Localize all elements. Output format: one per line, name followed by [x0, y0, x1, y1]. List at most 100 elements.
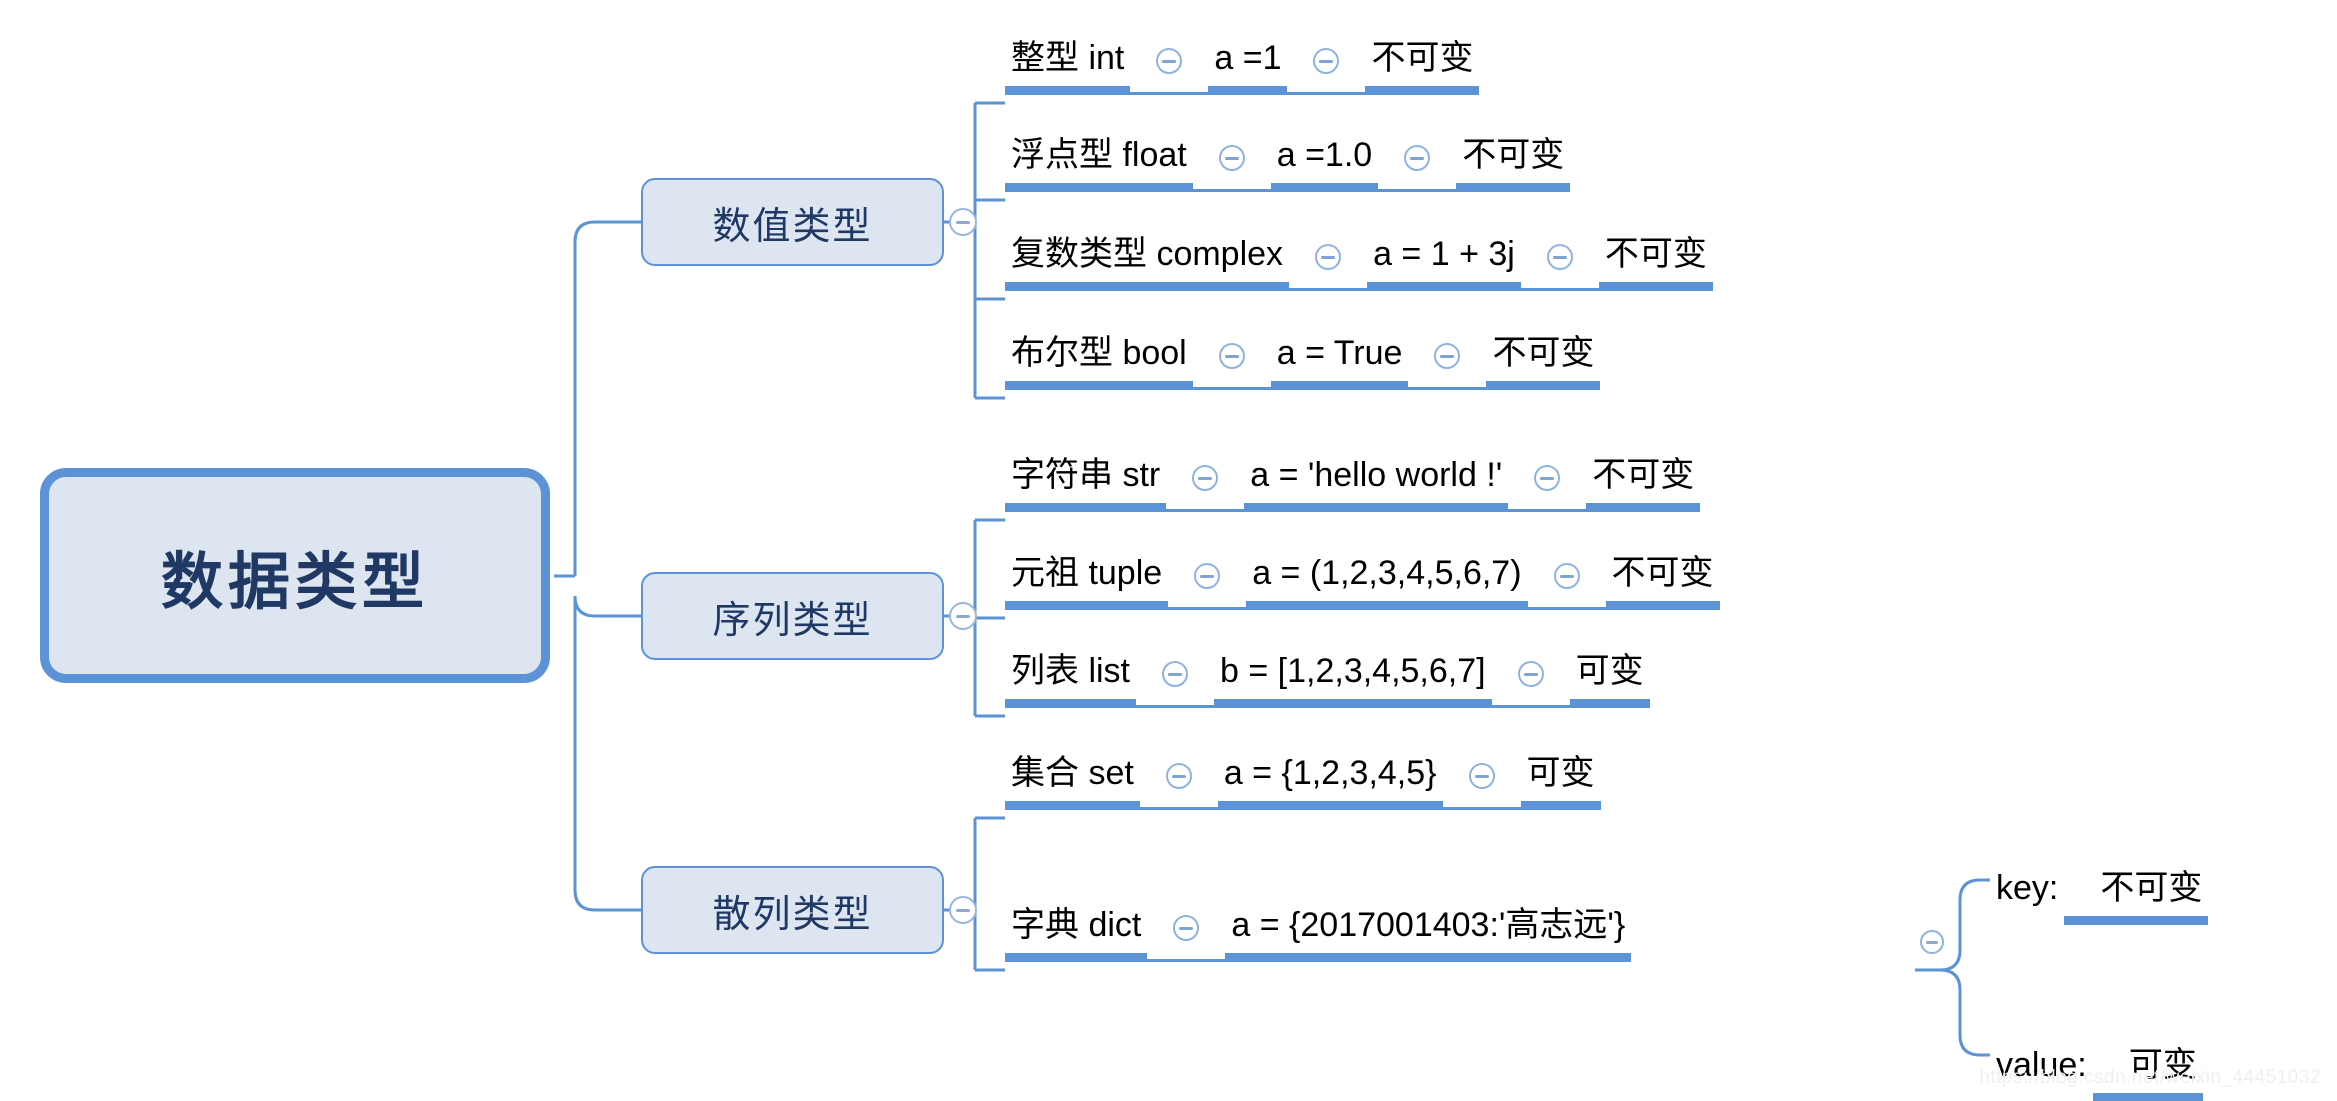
leaf-underline-bar: [1244, 503, 1509, 512]
leaf-gap: [1168, 554, 1247, 610]
collapse-minus-icon[interactable]: [1194, 563, 1221, 589]
leaf-name-text: 字典 dict: [1011, 906, 1142, 944]
leaf-gap: [1527, 554, 1606, 610]
collapse-minus-icon[interactable]: [1546, 244, 1573, 270]
leaf-underline-bar: [1005, 953, 1148, 962]
leaf-row[interactable]: 字符串 str a = 'hello world !' 不可变: [1005, 453, 1701, 512]
leaf-name-segment[interactable]: 列表 list: [1005, 649, 1136, 708]
leaf-example-segment[interactable]: a = (1,2,3,4,5,6,7): [1246, 551, 1528, 610]
leaf-row[interactable]: 元祖 tuple a = (1,2,3,4,5,6,7) 不可变: [1005, 551, 1720, 610]
collapse-minus-icon[interactable]: [1434, 343, 1461, 369]
leaf-row[interactable]: 字典 dict a = {2017001403:'高志远'}: [1005, 903, 1632, 962]
leaf-example-text: b = [1,2,3,4,5,6,7]: [1220, 652, 1486, 690]
collapse-minus-icon[interactable]: [1468, 763, 1495, 789]
mindmap-canvas: 数据类型 数值类型 序列类型 散列类型 整型 int a =1 不可变 浮点型 …: [0, 0, 2337, 1101]
collapse-minus-icon[interactable]: [1218, 343, 1245, 369]
leaf-mutability-segment[interactable]: 不可变: [1605, 551, 1720, 610]
collapse-minus-icon[interactable]: [1534, 465, 1561, 491]
leaf-example-segment[interactable]: a = 1 + 3j: [1367, 232, 1521, 291]
collapse-minus-icon-sequence[interactable]: [949, 602, 977, 630]
leaf-example-segment[interactable]: b = [1,2,3,4,5,6,7]: [1214, 649, 1492, 708]
leaf-example-segment[interactable]: a = 'hello world !': [1244, 453, 1509, 512]
leaf-row[interactable]: 整型 int a =1 不可变: [1005, 36, 1480, 95]
leaf-name-text: 元祖 tuple: [1011, 554, 1163, 592]
leaf-mutability-segment[interactable]: 不可变: [1456, 133, 1571, 192]
leaf-name-text: 列表 list: [1011, 652, 1130, 690]
collapse-minus-icon[interactable]: [1165, 763, 1192, 789]
leaf-name-segment[interactable]: 集合 set: [1005, 751, 1140, 810]
dict-key-label: key:: [1996, 869, 2059, 907]
leaf-gap-bar: [1408, 387, 1487, 390]
leaf-example-text: a = {2017001403:'高志远'}: [1231, 906, 1626, 944]
dict-key-value-segment[interactable]: 不可变: [2064, 866, 2209, 925]
leaf-mutability-segment[interactable]: 可变: [1520, 751, 1601, 810]
leaf-gap-bar: [1491, 705, 1570, 708]
branch-node-label: 散列类型: [712, 893, 873, 936]
branch-node-hash[interactable]: 散列类型: [641, 866, 944, 954]
root-node[interactable]: 数据类型: [40, 468, 550, 683]
leaf-row-dict-key[interactable]: key: 不可变: [1990, 866, 2209, 925]
collapse-minus-icon[interactable]: [1162, 661, 1188, 687]
leaf-row[interactable]: 布尔型 bool a = True 不可变: [1005, 331, 1601, 390]
leaf-underline-bar: [1217, 801, 1443, 810]
leaf-name-segment[interactable]: 整型 int: [1005, 36, 1131, 95]
leaf-gap-bar: [1508, 509, 1587, 512]
leaf-name-segment[interactable]: 字符串 str: [1005, 453, 1167, 512]
collapse-minus-icon[interactable]: [1404, 145, 1431, 171]
collapse-minus-icon[interactable]: [1218, 145, 1245, 171]
leaf-underline-bar: [1246, 601, 1528, 610]
leaf-name-segment[interactable]: 字典 dict: [1005, 903, 1148, 962]
leaf-row[interactable]: 集合 set a = {1,2,3,4,5} 可变: [1005, 751, 1601, 810]
leaf-row[interactable]: 浮点型 float a =1.0 不可变: [1005, 133, 1571, 192]
branch-node-label: 数值类型: [712, 205, 873, 248]
collapse-minus-icon-dict[interactable]: [1920, 930, 1944, 954]
branch-node-numeric[interactable]: 数值类型: [641, 178, 944, 266]
leaf-row[interactable]: 复数类型 complex a = 1 + 3j 不可变: [1005, 232, 1713, 291]
collapse-minus-icon[interactable]: [1192, 465, 1219, 491]
collapse-minus-icon[interactable]: [1173, 915, 1200, 941]
leaf-row[interactable]: 列表 list b = [1,2,3,4,5,6,7] 可变: [1005, 649, 1650, 708]
leaf-gap-bar: [1130, 92, 1209, 95]
dict-key-label-segment[interactable]: key:: [1990, 866, 2064, 925]
leaf-gap: [1192, 334, 1271, 390]
leaf-name-segment[interactable]: 布尔型 bool: [1005, 331, 1193, 390]
collapse-minus-icon[interactable]: [1313, 48, 1340, 74]
leaf-mutability-text: 不可变: [1604, 235, 1707, 273]
dict-key-value: 不可变: [2100, 869, 2203, 907]
collapse-minus-icon[interactable]: [1315, 244, 1342, 270]
collapse-minus-icon-hash[interactable]: [949, 896, 977, 924]
leaf-gap: [1139, 754, 1218, 810]
leaf-gap: [1130, 39, 1209, 95]
leaf-gap-bar: [1168, 607, 1247, 610]
leaf-gap: [1408, 334, 1487, 390]
branch-node-label: 序列类型: [712, 599, 873, 642]
leaf-mutability-text: 可变: [1575, 652, 1644, 690]
leaf-example-segment[interactable]: a = {1,2,3,4,5}: [1217, 751, 1443, 810]
leaf-example-text: a =1: [1214, 39, 1282, 77]
branch-node-sequence[interactable]: 序列类型: [641, 572, 944, 660]
collapse-minus-icon[interactable]: [1517, 661, 1544, 687]
leaf-example-segment[interactable]: a =1.0: [1270, 133, 1379, 192]
leaf-mutability-segment[interactable]: 不可变: [1598, 232, 1713, 291]
leaf-example-segment[interactable]: a =1: [1208, 36, 1288, 95]
collapse-minus-icon[interactable]: [1156, 48, 1183, 74]
leaf-example-text: a = 'hello world !': [1250, 456, 1503, 494]
leaf-mutability-segment[interactable]: 不可变: [1486, 331, 1601, 390]
leaf-example-text: a = 1 + 3j: [1373, 235, 1515, 273]
collapse-minus-icon-numeric[interactable]: [949, 208, 977, 236]
leaf-example-segment[interactable]: a = True: [1270, 331, 1409, 390]
leaf-name-segment[interactable]: 浮点型 float: [1005, 133, 1193, 192]
leaf-underline-bar: [1605, 601, 1720, 610]
leaf-mutability-segment[interactable]: 不可变: [1586, 453, 1701, 512]
leaf-underline-bar: [1367, 282, 1521, 291]
leaf-gap: [1289, 235, 1368, 291]
leaf-gap-bar: [1287, 92, 1366, 95]
leaf-name-segment[interactable]: 元祖 tuple: [1005, 551, 1169, 610]
leaf-name-segment[interactable]: 复数类型 complex: [1005, 232, 1290, 291]
leaf-mutability-segment[interactable]: 不可变: [1365, 36, 1480, 95]
leaf-underline-bar: [1005, 282, 1290, 291]
leaf-mutability-segment[interactable]: 可变: [1569, 649, 1650, 708]
leaf-underline-bar: [1005, 699, 1136, 708]
leaf-example-segment[interactable]: a = {2017001403:'高志远'}: [1225, 903, 1632, 962]
collapse-minus-icon[interactable]: [1553, 563, 1580, 589]
